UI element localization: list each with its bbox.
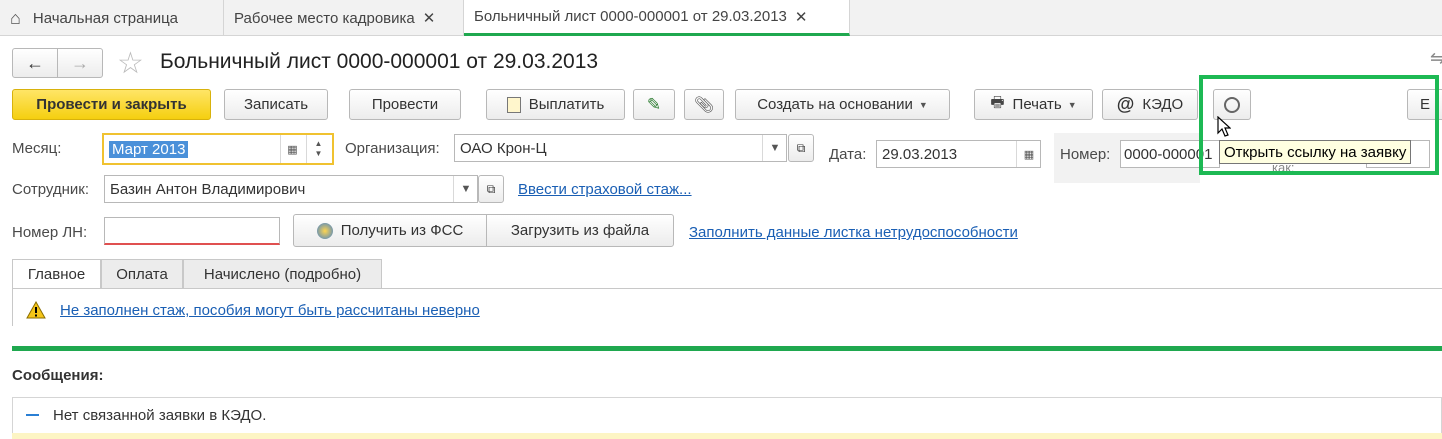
document-icon — [506, 96, 521, 113]
employee-value: Базин Антон Владимирович — [110, 180, 306, 198]
kedo-button-label: КЭДО — [1142, 96, 1184, 113]
print-button-label: Печать — [1012, 96, 1062, 113]
kedo-button[interactable]: @ КЭДО — [1102, 89, 1198, 120]
star-icon[interactable]: ☆ — [117, 46, 144, 81]
tab-label: Начальная страница — [32, 9, 179, 27]
warning-icon — [26, 301, 46, 319]
date-value: 29.03.2013 — [882, 145, 958, 163]
arrow-right-icon: → — [71, 52, 89, 73]
calendar-icon[interactable]: ▦ — [280, 135, 304, 163]
open-organization-button[interactable]: ⧉ — [788, 134, 814, 162]
tab-hr-workplace[interactable]: Рабочее место кадровика ✕ — [224, 0, 464, 36]
close-icon[interactable]: ✕ — [795, 8, 808, 26]
ln-number-field[interactable] — [104, 217, 280, 245]
open-icon: ⧉ — [796, 140, 806, 155]
save-button[interactable]: Записать — [224, 89, 328, 120]
printer-icon: 🖶 — [990, 94, 1005, 111]
organization-field[interactable]: ОАО Крон-Ц ▼ — [454, 134, 787, 162]
paperclip-icon: 📎︎ — [693, 96, 715, 114]
tab-label: Рабочее место кадровика — [234, 9, 415, 27]
pencil-icon: ✎ — [646, 94, 662, 114]
create-based-label: Создать на основании — [757, 96, 913, 113]
get-from-fss-button[interactable]: Получить из ФСС — [293, 214, 487, 247]
tab-home[interactable]: ⌂ Начальная страница — [0, 0, 224, 36]
insurance-record-link[interactable]: Ввести страховой стаж... — [518, 181, 692, 198]
messages-splitter[interactable] — [12, 346, 1442, 351]
page-title: Больничный лист 0000-000001 от 29.03.201… — [160, 50, 599, 73]
pay-button[interactable]: Выплатить — [486, 89, 625, 120]
open-icon: ⧉ — [486, 181, 496, 196]
attachment-button[interactable]: 📎︎ — [684, 89, 724, 120]
tab-panel-border — [12, 288, 13, 326]
forward-button[interactable]: → — [57, 48, 103, 78]
tab-payment[interactable]: Оплата — [101, 259, 183, 289]
highlight-box — [1199, 75, 1439, 175]
month-stepper[interactable]: ▲ ▼ — [306, 135, 330, 163]
back-button[interactable]: ← — [12, 48, 58, 78]
home-icon: ⌂ — [10, 7, 21, 28]
messages-header: Сообщения: — [12, 367, 104, 384]
number-label: Номер: — [1060, 146, 1111, 163]
close-icon[interactable]: ✕ — [423, 9, 436, 27]
print-button[interactable]: 🖶 Печать ▼ — [974, 89, 1093, 120]
chevron-down-icon[interactable]: ▼ — [762, 135, 786, 161]
arrow-left-icon: ← — [26, 52, 44, 73]
load-from-file-button[interactable]: Загрузить из файла — [486, 214, 674, 247]
month-label: Месяц: — [12, 140, 62, 157]
date-field[interactable]: 29.03.2013 ▦ — [876, 140, 1041, 168]
tab-accrued-detailed[interactable]: Начислено (подробно) — [183, 259, 382, 289]
employee-label: Сотрудник: — [12, 181, 90, 198]
chevron-up-icon[interactable]: ▲ — [315, 139, 323, 149]
post-and-close-button[interactable]: Провести и закрыть — [12, 89, 211, 120]
edit-history-button[interactable]: ✎ — [633, 89, 675, 120]
organization-value: ОАО Крон-Ц — [460, 139, 547, 157]
message-item: Нет связанной заявки в КЭДО. — [53, 407, 267, 424]
chevron-down-icon[interactable]: ▼ — [315, 149, 323, 159]
organization-label: Организация: — [345, 140, 440, 157]
chevron-down-icon: ▼ — [918, 99, 928, 110]
chevron-down-icon[interactable]: ▼ — [453, 176, 477, 202]
tab-bar: ⌂ Начальная страница Рабочее место кадро… — [0, 0, 1442, 36]
calendar-icon[interactable]: ▦ — [1016, 141, 1040, 167]
open-employee-button[interactable]: ⧉ — [478, 175, 504, 203]
tab-divider — [12, 288, 1442, 289]
month-field[interactable]: Март 2013 ▦ ▲ ▼ — [102, 133, 334, 165]
tab-sick-leave[interactable]: Больничный лист 0000-000001 от 29.03.201… — [464, 0, 850, 36]
date-label: Дата: — [829, 146, 867, 163]
message-highlight-row — [12, 433, 1442, 439]
month-value: Март 2013 — [109, 140, 189, 158]
pay-button-label: Выплатить — [528, 96, 605, 113]
create-based-button[interactable]: Создать на основании ▼ — [735, 89, 950, 120]
ln-number-label: Номер ЛН: — [12, 224, 88, 241]
collapse-icon[interactable] — [26, 414, 39, 416]
warning-link[interactable]: Не заполнен стаж, пособия могут быть рас… — [60, 302, 480, 319]
post-button[interactable]: Провести — [349, 89, 461, 120]
shield-icon — [316, 222, 333, 239]
link-icon[interactable]: ⇋ — [1430, 48, 1442, 69]
employee-field[interactable]: Базин Антон Владимирович ▼ — [104, 175, 478, 203]
fill-sick-leave-link[interactable]: Заполнить данные листка нетрудоспособнос… — [689, 224, 1018, 241]
tab-label: Больничный лист 0000-000001 от 29.03.201… — [474, 8, 787, 25]
at-icon: @ — [1116, 94, 1135, 114]
tab-main[interactable]: Главное — [12, 259, 101, 289]
chevron-down-icon: ▼ — [1067, 99, 1077, 110]
get-from-fss-label: Получить из ФСС — [340, 222, 464, 239]
